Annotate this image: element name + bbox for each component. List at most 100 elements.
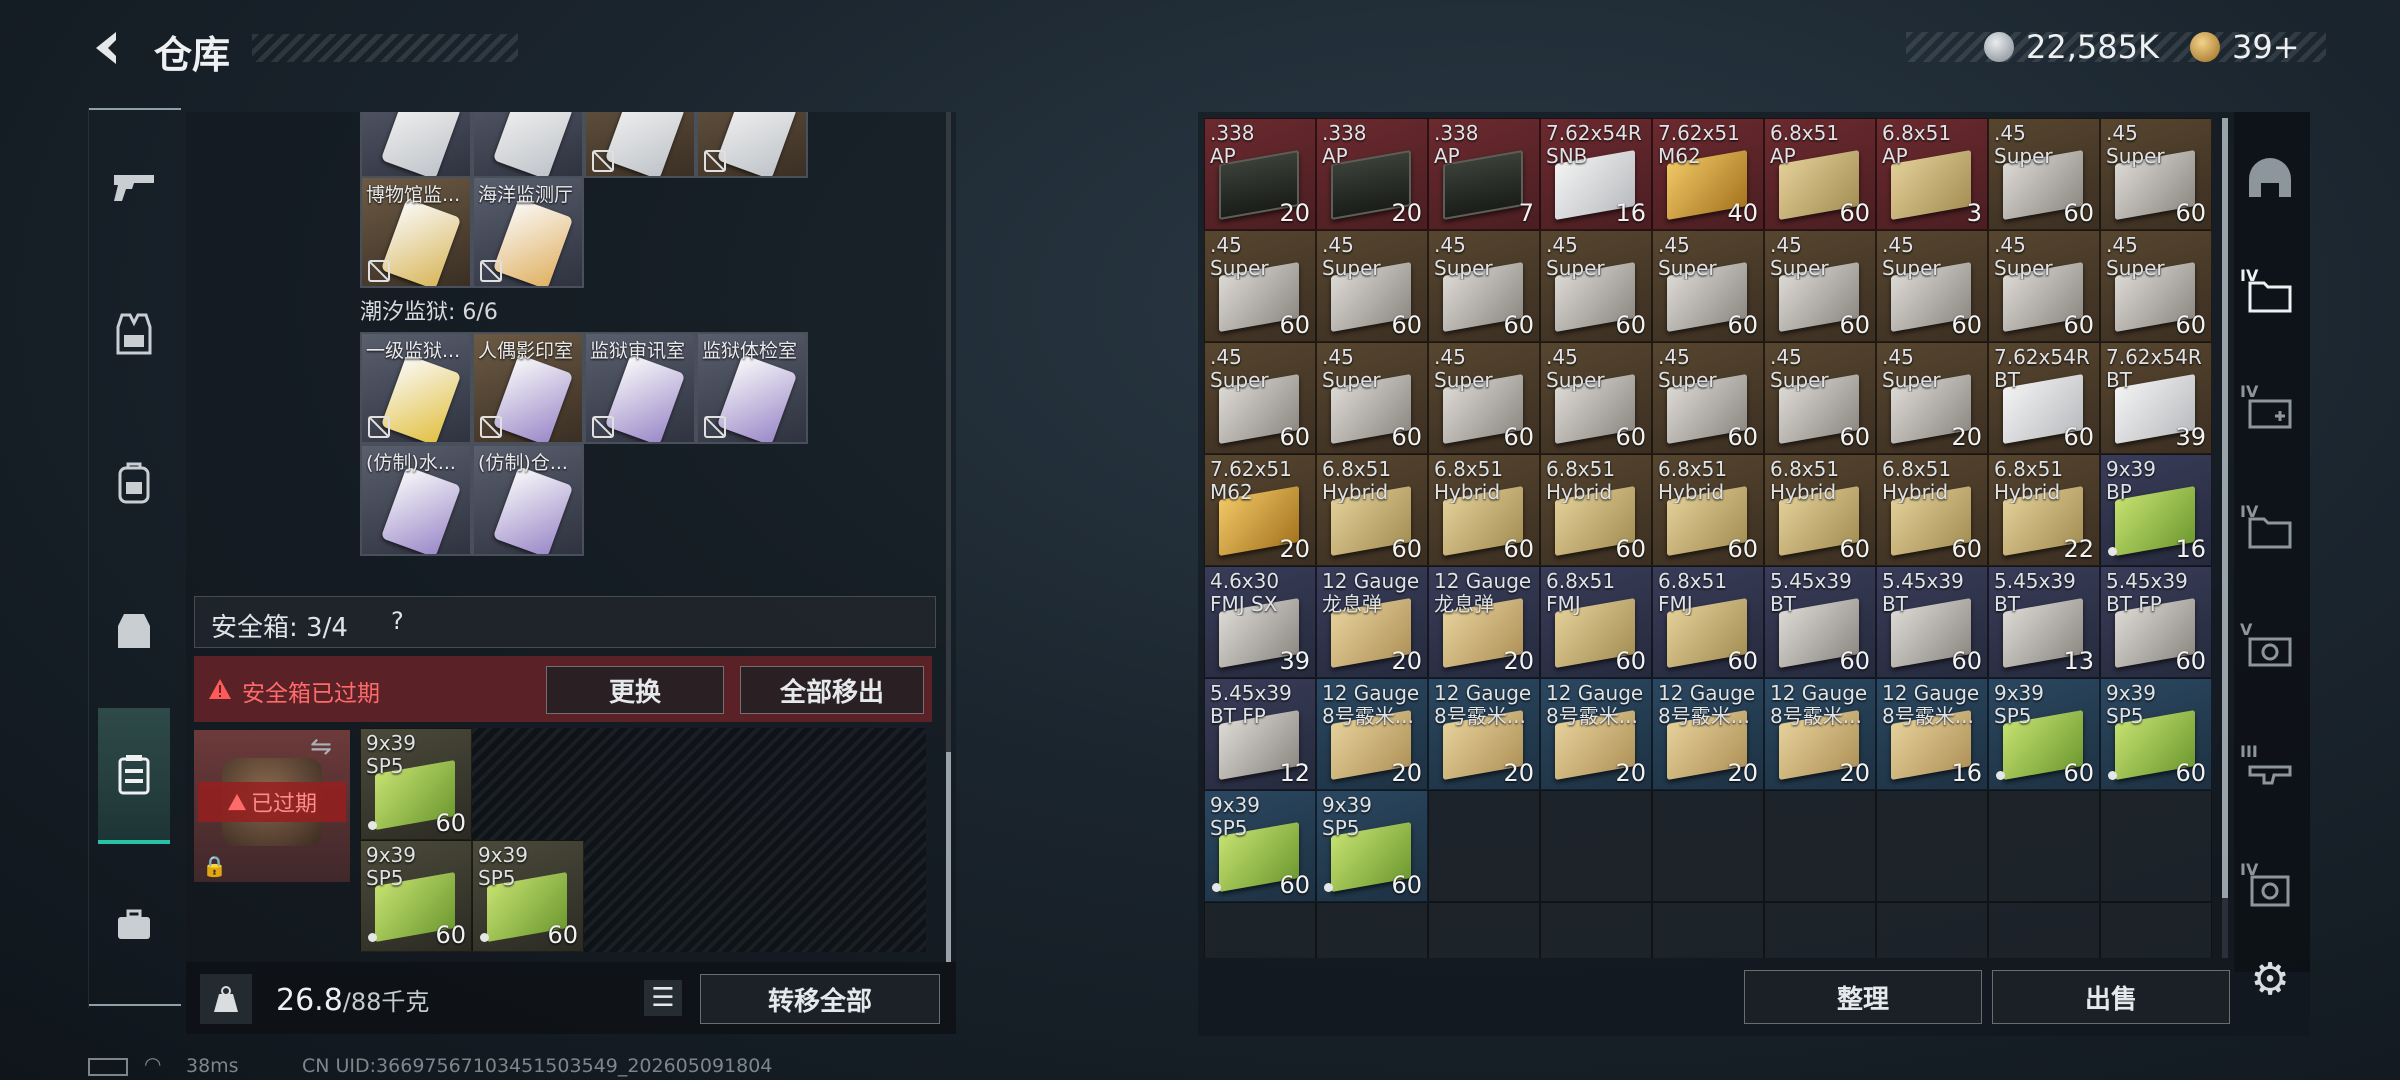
stash-ammo-item[interactable]: 6.8x51 AP 60 bbox=[1764, 118, 1876, 230]
stash-ammo-item[interactable]: 6.8x51 Hybrid 22 bbox=[1988, 454, 2100, 566]
key-card-item[interactable]: 海洋监测厅 bbox=[472, 176, 584, 288]
list-icon[interactable]: ☰ bbox=[644, 980, 682, 1016]
key-card-item[interactable] bbox=[696, 112, 808, 178]
stash-ammo-item[interactable]: .45 Super 60 bbox=[1652, 342, 1764, 454]
rig-icon[interactable] bbox=[88, 596, 180, 666]
stash-ammo-item[interactable]: 12 Gauge 龙息弹 20 bbox=[1316, 566, 1428, 678]
pistol-icon[interactable] bbox=[88, 152, 180, 222]
stash-ammo-item[interactable]: 7.62x54R BT 39 bbox=[2100, 342, 2212, 454]
stash-ammo-item[interactable]: 5.45x39 BT 13 bbox=[1988, 566, 2100, 678]
stash-ammo-item[interactable]: .45 Super 60 bbox=[1988, 118, 2100, 230]
stash-ammo-item[interactable]: .45 Super 60 bbox=[1540, 342, 1652, 454]
empty-slot[interactable] bbox=[1988, 790, 2100, 902]
key-card-item[interactable]: 监狱体检室 bbox=[696, 332, 808, 444]
organize-button[interactable]: 整理 bbox=[1744, 970, 1982, 1024]
stash-ammo-item[interactable]: 4.6x30 FMJ SX 39 bbox=[1204, 566, 1316, 678]
stash-ammo-item[interactable]: 12 Gauge 龙息弹 20 bbox=[1428, 566, 1540, 678]
stash-ammo-item[interactable]: 7.62x54R SNB 16 bbox=[1540, 118, 1652, 230]
stash-ammo-item[interactable]: 12 Gauge 8号霰米... 20 bbox=[1764, 678, 1876, 790]
stash-ammo-item[interactable]: .45 Super 60 bbox=[1988, 230, 2100, 342]
stash-ammo-item[interactable]: .45 Super 60 bbox=[1764, 230, 1876, 342]
stash-ammo-item[interactable]: .45 Super 60 bbox=[2100, 230, 2212, 342]
stash-ammo-item[interactable]: 5.45x39 BT FP 12 bbox=[1204, 678, 1316, 790]
safebox-ammo-item[interactable]: 9x39 SP5 60 bbox=[472, 840, 584, 952]
gear-v-icon[interactable]: V bbox=[2230, 614, 2310, 684]
settings-icon[interactable]: ⚙ bbox=[2230, 944, 2310, 1014]
stash-ammo-item[interactable]: 12 Gauge 8号霰米... 16 bbox=[1876, 678, 1988, 790]
stash-ammo-item[interactable]: .45 Super 60 bbox=[1428, 230, 1540, 342]
safebox-ammo-item[interactable]: 9x39 SP5 60 bbox=[360, 840, 472, 952]
stash-ammo-item[interactable]: 6.8x51 Hybrid 60 bbox=[1652, 454, 1764, 566]
stash-ammo-item[interactable]: 5.45x39 BT FP 60 bbox=[2100, 566, 2212, 678]
key-card-item[interactable]: 人偶影印室 bbox=[472, 332, 584, 444]
stash-ammo-item[interactable]: 6.8x51 FMJ 60 bbox=[1652, 566, 1764, 678]
case-icon[interactable] bbox=[88, 740, 180, 810]
key-card-item[interactable]: (仿制)水... bbox=[360, 444, 472, 556]
folder-iv-icon[interactable]: IV bbox=[2230, 260, 2310, 330]
stash-ammo-item[interactable]: 6.8x51 Hybrid 60 bbox=[1540, 454, 1652, 566]
stash-ammo-item[interactable]: .45 Super 60 bbox=[1652, 230, 1764, 342]
safebox-item[interactable]: 已过期 ⇋ 🔒 bbox=[194, 730, 350, 882]
empty-slot[interactable] bbox=[1876, 902, 1988, 958]
empty-slot[interactable] bbox=[1652, 790, 1764, 902]
stash-ammo-item[interactable]: 12 Gauge 8号霰米... 20 bbox=[1428, 678, 1540, 790]
panel-scrollbar[interactable] bbox=[946, 112, 951, 962]
key-card-item[interactable] bbox=[360, 112, 472, 178]
empty-slot[interactable] bbox=[2100, 790, 2212, 902]
stash-ammo-item[interactable]: 9x39 SP5 60 bbox=[1204, 790, 1316, 902]
empty-slot[interactable] bbox=[1428, 902, 1540, 958]
key-card-item[interactable]: 一级监狱... bbox=[360, 332, 472, 444]
stash-ammo-item[interactable]: 6.8x51 AP 3 bbox=[1876, 118, 1988, 230]
key-card-item[interactable] bbox=[584, 112, 696, 178]
key-card-item[interactable]: 博物馆监... bbox=[360, 176, 472, 288]
stash-ammo-item[interactable]: .338 AP 20 bbox=[1204, 118, 1316, 230]
stash-ammo-item[interactable]: 6.8x51 Hybrid 60 bbox=[1876, 454, 1988, 566]
helmet-icon[interactable] bbox=[2230, 144, 2310, 214]
stash-ammo-item[interactable]: 5.45x39 BT 60 bbox=[1764, 566, 1876, 678]
safebox-ammo-item[interactable]: 9x39 SP5 60 bbox=[360, 728, 472, 840]
stash-ammo-item[interactable]: .45 Super 60 bbox=[1876, 230, 1988, 342]
vest-icon[interactable] bbox=[88, 300, 180, 370]
empty-slot[interactable] bbox=[1652, 902, 1764, 958]
stash-ammo-item[interactable]: 7.62x51 M62 20 bbox=[1204, 454, 1316, 566]
stash-ammo-item[interactable]: 7.62x54R BT 60 bbox=[1988, 342, 2100, 454]
stash-ammo-item[interactable]: 9x39 SP5 60 bbox=[1988, 678, 2100, 790]
empty-slot[interactable] bbox=[1764, 902, 1876, 958]
stash-ammo-item[interactable]: .45 Super 60 bbox=[2100, 118, 2212, 230]
replace-button[interactable]: 更换 bbox=[546, 666, 724, 714]
empty-slot[interactable] bbox=[1428, 790, 1540, 902]
empty-slot[interactable] bbox=[1988, 902, 2100, 958]
stash-ammo-item[interactable]: .45 Super 60 bbox=[1764, 342, 1876, 454]
empty-slot[interactable] bbox=[1540, 790, 1652, 902]
rifle-iii-icon[interactable]: III bbox=[2230, 736, 2310, 806]
empty-slot[interactable] bbox=[2100, 902, 2212, 958]
stash-ammo-item[interactable]: .45 Super 60 bbox=[1540, 230, 1652, 342]
stash-ammo-item[interactable]: .45 Super 60 bbox=[1316, 342, 1428, 454]
back-icon[interactable] bbox=[86, 26, 130, 70]
stash-scrollbar[interactable] bbox=[2222, 118, 2228, 958]
stash-ammo-item[interactable]: 9x39 BP 16 bbox=[2100, 454, 2212, 566]
sell-button[interactable]: 出售 bbox=[1992, 970, 2230, 1024]
medkit-iv-icon[interactable]: IV bbox=[2230, 376, 2310, 446]
stash-ammo-item[interactable]: .45 Super 60 bbox=[1316, 230, 1428, 342]
key-card-item[interactable]: (仿制)仓... bbox=[472, 444, 584, 556]
stash-ammo-item[interactable]: 6.8x51 Hybrid 60 bbox=[1316, 454, 1428, 566]
folder-iv-2-icon[interactable]: IV bbox=[2230, 496, 2310, 566]
case-iv-icon[interactable]: IV bbox=[2230, 854, 2310, 924]
empty-slot[interactable] bbox=[1316, 902, 1428, 958]
stash-ammo-item[interactable]: 9x39 SP5 60 bbox=[1316, 790, 1428, 902]
toolbox-icon[interactable] bbox=[88, 890, 180, 960]
stash-ammo-item[interactable]: 12 Gauge 8号霰米... 20 bbox=[1316, 678, 1428, 790]
empty-slot[interactable] bbox=[1876, 790, 1988, 902]
empty-slot[interactable] bbox=[1204, 902, 1316, 958]
backpack-icon[interactable] bbox=[88, 448, 180, 518]
transfer-all-button[interactable]: 转移全部 bbox=[700, 974, 940, 1024]
help-icon[interactable]: ? bbox=[391, 607, 404, 635]
stash-ammo-item[interactable]: .45 Super 60 bbox=[1204, 342, 1316, 454]
key-card-item[interactable] bbox=[472, 112, 584, 178]
stash-ammo-item[interactable]: 9x39 SP5 60 bbox=[2100, 678, 2212, 790]
stash-ammo-item[interactable]: 7.62x51 M62 40 bbox=[1652, 118, 1764, 230]
empty-slot[interactable] bbox=[1764, 790, 1876, 902]
empty-slot[interactable] bbox=[1540, 902, 1652, 958]
stash-ammo-item[interactable]: 5.45x39 BT 60 bbox=[1876, 566, 1988, 678]
